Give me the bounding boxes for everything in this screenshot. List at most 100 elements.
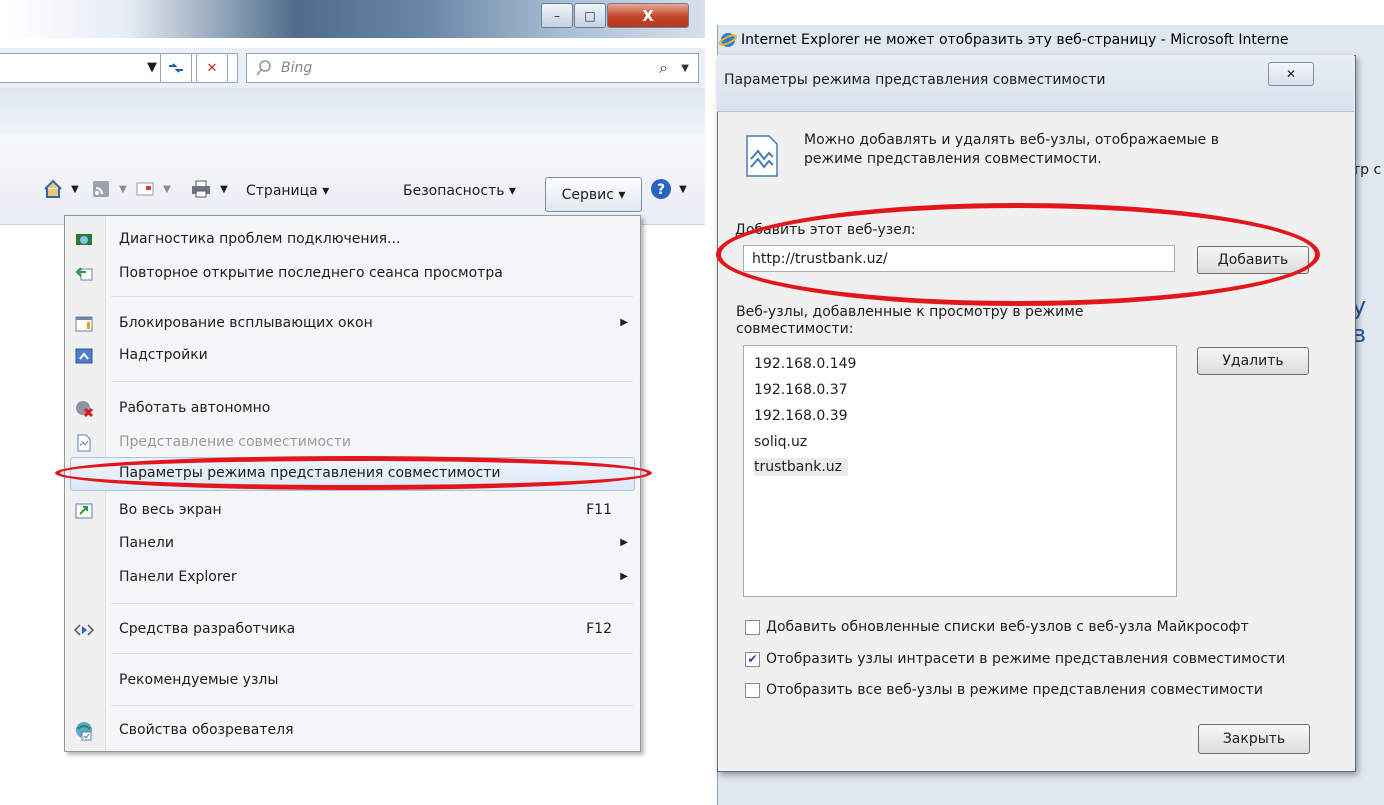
reopen-icon [73,263,95,285]
feeds-icon[interactable] [90,178,112,200]
menu-item-popup-blocker[interactable]: Блокирование всплывающих окон ▶ [65,308,640,340]
favorites-bar [0,88,705,135]
menu-item-reopen-session[interactable]: Повторное открытие последнего сеанса про… [65,258,640,290]
menu-item-toolbars[interactable]: Панели ▶ [65,528,640,560]
addons-icon [73,345,95,367]
page-menu-button[interactable]: Страница ▾ [246,176,329,206]
print-icon[interactable] [190,178,212,200]
refresh-icon[interactable] [160,53,192,83]
search-placeholder: Bing [281,60,313,76]
search-dropdown-icon[interactable]: ▼ [681,63,689,74]
list-item[interactable]: 192.168.0.39 [754,408,848,424]
close-dialog-button[interactable]: Закрыть [1198,724,1310,754]
checkbox-intranet[interactable]: ✔ [745,651,760,667]
help-icon[interactable]: ? [650,178,672,200]
popup-blocker-icon [73,313,95,335]
checkbox-row-all-sites[interactable]: Отобразить все веб-узлы в режиме предста… [745,680,1263,700]
help-dropdown-icon[interactable]: ▼ [672,178,694,200]
checkbox-row-intranet[interactable]: ✔ Отобразить узлы интрасети в режиме пре… [745,649,1285,669]
highlight-annotation [716,203,1320,306]
menu-label: Представление совместимости [119,434,351,450]
checkbox-label: Отобразить узлы интрасети в режиме предс… [766,651,1286,667]
submenu-arrow-icon: ▶ [620,317,628,328]
menu-separator [111,653,633,654]
checkbox-all-sites[interactable] [745,682,760,698]
menu-label: Свойства обозревателя [119,722,294,738]
menu-item-internet-options[interactable]: Свойства обозревателя [65,715,640,747]
menu-separator [111,603,633,604]
menu-item-diagnostics[interactable]: Диагностика проблем подключения... [65,224,640,256]
checkbox-label: Отобразить все веб-узлы в режиме предста… [766,682,1263,698]
sites-list[interactable]: 192.168.0.149 192.168.0.37 192.168.0.39 … [743,345,1177,597]
menu-shortcut: F12 [586,621,612,637]
compat-view-icon [745,135,779,177]
background-title-text: Internet Explorer не может отобразить эт… [741,32,1289,48]
feeds-dropdown-icon[interactable]: ▼ [112,178,134,200]
highlight-annotation [55,456,652,490]
list-item[interactable]: 192.168.0.37 [754,382,848,398]
ie-logo-icon [719,33,737,47]
devtools-icon [73,619,95,641]
menu-item-suggested-sites[interactable]: Рекомендуемые узлы [65,665,640,697]
print-dropdown-icon[interactable]: ▼ [213,178,235,200]
menu-label: Панели [119,535,174,551]
background-window-title: Internet Explorer не может отобразить эт… [717,26,1384,54]
menu-item-dev-tools[interactable]: Средства разработчика F12 [65,614,640,646]
checkbox-label: Добавить обновленные списки веб-узлов с … [766,619,1249,635]
menu-label: Рекомендуемые узлы [119,672,279,688]
menu-label: Работать автономно [119,400,271,416]
svg-text:?: ? [657,182,665,198]
menu-shortcut: F11 [586,502,612,518]
close-window-button[interactable]: X [607,3,689,28]
menu-item-addons[interactable]: Надстройки [65,340,640,372]
service-menu-button[interactable]: Сервис ▾ [545,177,642,212]
list-item-selected[interactable]: trustbank.uz [754,458,849,476]
mail-icon[interactable] [134,178,156,200]
menu-label: Панели Explorer [119,569,237,585]
search-icon[interactable]: ⌕ [659,58,668,78]
compat-icon [73,432,95,454]
menu-separator [111,296,633,297]
menu-label: Надстройки [119,347,208,363]
sites-list-label: Веб-узлы, добавленные к просмотру в режи… [736,304,1084,337]
dialog-description: Можно добавлять и удалять веб-узлы, отоб… [804,132,1219,167]
background-text-fragment: тр с [1352,162,1382,178]
submenu-arrow-icon: ▶ [620,571,628,582]
dialog-close-button[interactable]: ✕ [1268,62,1314,86]
mail-dropdown-icon[interactable]: ▼ [156,178,178,200]
list-item[interactable]: soliq.uz [754,434,807,450]
security-menu-button[interactable]: Безопасность ▾ [403,176,516,206]
background-text-fragment: у в [1352,292,1367,348]
menu-label: Повторное открытие последнего сеанса про… [119,265,503,281]
menu-item-compat-view[interactable]: Представление совместимости [65,427,640,459]
offline-icon [73,398,95,420]
internet-options-icon [73,720,95,742]
list-item[interactable]: 192.168.0.149 [754,356,856,372]
menu-separator [111,705,633,706]
dialog-title: Параметры режима представления совместим… [724,72,1106,88]
submenu-arrow-icon: ▶ [620,537,628,548]
home-dropdown-icon[interactable]: ▼ [64,178,86,200]
checkbox-ms-lists[interactable] [745,619,760,635]
stop-icon[interactable]: ✕ [196,53,228,83]
menu-label: Во весь экран [119,502,222,518]
search-input[interactable]: Bing ⌕ ▼ [246,53,699,83]
window-caption-buttons: – □ X [541,3,697,28]
menu-item-work-offline[interactable]: Работать автономно [65,393,640,425]
maximize-button[interactable]: □ [574,3,606,28]
menu-label: Диагностика проблем подключения... [119,231,401,247]
fullscreen-icon [73,500,95,522]
checkbox-row-ms-lists[interactable]: Добавить обновленные списки веб-узлов с … [745,617,1249,637]
diagnostics-icon [73,229,95,251]
menu-item-explorer-bars[interactable]: Панели Explorer ▶ [65,562,640,594]
menu-separator [111,381,633,382]
address-bar-row: ▼ ✕ Bing ⌕ ▼ [0,48,705,89]
menu-label: Средства разработчика [119,621,296,637]
home-icon[interactable] [42,178,64,200]
minimize-button[interactable]: – [541,3,573,28]
menu-label: Блокирование всплывающих окон [119,315,373,331]
search-logo-icon [256,60,271,76]
ie-window: – □ X ▼ ✕ Bing ⌕ ▼ ▼ ▼ ▼ ▼ Страница ▾ Бе… [0,0,705,805]
remove-button[interactable]: Удалить [1197,347,1309,375]
menu-item-fullscreen[interactable]: Во весь экран F11 [65,495,640,527]
